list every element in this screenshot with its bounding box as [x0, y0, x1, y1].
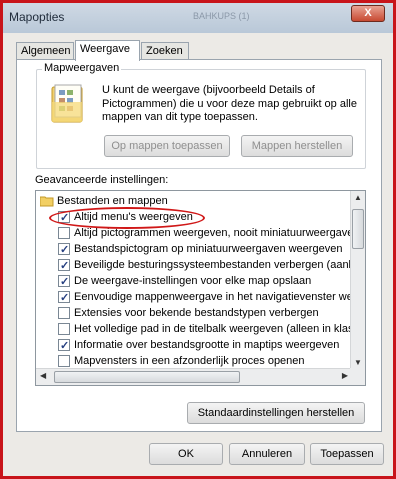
- list-item[interactable]: Altijd menu's weergeven: [58, 209, 193, 226]
- background-window-title: BAHKUPS (1): [193, 11, 250, 21]
- list-item[interactable]: Het volledige pad in de titelbalk weerge…: [58, 321, 365, 337]
- checkbox[interactable]: [58, 274, 70, 290]
- apply-to-folders-button[interactable]: Op mappen toepassen: [104, 135, 230, 157]
- list-item-label: Bestandspictogram op miniatuurweergaven …: [74, 243, 343, 255]
- checkbox[interactable]: [58, 290, 70, 306]
- folder-views-legend: Mapweergaven: [42, 62, 122, 74]
- scroll-left-icon[interactable]: ◀: [40, 371, 46, 380]
- list-item-label: Mapvensters in een afzonderlijk proces o…: [74, 355, 305, 367]
- checkbox[interactable]: [58, 355, 70, 368]
- folder-view-icon: [51, 84, 85, 124]
- apply-button[interactable]: Toepassen: [310, 443, 384, 465]
- folder-views-description: U kunt de weergave (bijvoorbeeld Details…: [102, 84, 357, 123]
- folder-views-group: Mapweergaven U kunt de weergave (bijvoor…: [36, 62, 366, 169]
- checkbox[interactable]: [58, 227, 70, 240]
- scroll-down-icon[interactable]: ▼: [353, 358, 363, 367]
- list-item[interactable]: Bestandspictogram op miniatuurweergaven …: [58, 241, 343, 258]
- list-item[interactable]: Informatie over bestandsgrootte in mapti…: [58, 337, 340, 354]
- window-title: Mapopties: [9, 10, 65, 24]
- scrollbar-corner: [350, 368, 365, 385]
- folder-icon: [39, 196, 54, 207]
- advanced-settings-label: Geavanceerde instellingen:: [35, 174, 169, 186]
- list-item-label: Altijd pictogrammen weergeven, nooit min…: [74, 227, 360, 239]
- reset-folders-button[interactable]: Mappen herstellen: [241, 135, 353, 157]
- tab-algemeen[interactable]: Algemeen: [16, 42, 74, 60]
- checkbox[interactable]: [58, 242, 70, 258]
- advanced-settings-list[interactable]: Bestanden en mappen Altijd menu's weerge…: [35, 190, 366, 386]
- close-icon: X: [364, 7, 372, 19]
- list-item[interactable]: Eenvoudige mappenweergave in het navigat…: [58, 289, 366, 306]
- list-item-label: Extensies voor bekende bestandstypen ver…: [74, 307, 319, 319]
- list-item[interactable]: Altijd pictogrammen weergeven, nooit min…: [58, 225, 360, 241]
- title-bar[interactable]: Mapopties BAHKUPS (1) X: [3, 3, 393, 33]
- list-item-label: De weergave-instellingen voor elke map o…: [74, 275, 312, 287]
- category-label: Bestanden en mappen: [57, 195, 168, 207]
- restore-defaults-button[interactable]: Standaardinstellingen herstellen: [187, 402, 365, 424]
- list-item-label: Beveiligde besturingssysteembestanden ve…: [74, 259, 366, 271]
- checkbox[interactable]: [58, 210, 70, 226]
- checkbox[interactable]: [58, 323, 70, 336]
- scroll-up-icon[interactable]: ▲: [353, 193, 363, 202]
- checkbox[interactable]: [58, 338, 70, 354]
- cancel-button[interactable]: Annuleren: [229, 443, 305, 465]
- list-item[interactable]: Beveiligde besturingssysteembestanden ve…: [58, 257, 366, 274]
- list-item[interactable]: De weergave-instellingen voor elke map o…: [58, 273, 312, 290]
- list-item[interactable]: Extensies voor bekende bestandstypen ver…: [58, 305, 319, 321]
- checkbox[interactable]: [58, 258, 70, 274]
- close-button[interactable]: X: [351, 5, 385, 22]
- list-item-label: Eenvoudige mappenweergave in het navigat…: [74, 291, 366, 303]
- horizontal-scrollbar[interactable]: ◀ ▶: [36, 368, 352, 385]
- vertical-scroll-thumb[interactable]: [352, 209, 364, 249]
- list-item-label: Informatie over bestandsgrootte in mapti…: [74, 339, 340, 351]
- list-item[interactable]: Mapvensters in een afzonderlijk proces o…: [58, 353, 305, 369]
- category-files-folders: Bestanden en mappen: [39, 193, 168, 209]
- checkbox[interactable]: [58, 307, 70, 320]
- vertical-scrollbar[interactable]: ▲ ▼: [350, 191, 365, 369]
- tab-panel-weergave: Mapweergaven U kunt de weergave (bijvoor…: [16, 59, 382, 432]
- list-item-label: Altijd menu's weergeven: [74, 211, 193, 223]
- folder-options-window: Mapopties BAHKUPS (1) X Algemeen Weergav…: [0, 0, 396, 479]
- ok-button[interactable]: OK: [149, 443, 223, 465]
- tab-zoeken[interactable]: Zoeken: [141, 42, 189, 60]
- horizontal-scroll-thumb[interactable]: [54, 371, 240, 383]
- list-item-label: Het volledige pad in de titelbalk weerge…: [74, 323, 365, 335]
- tab-weergave[interactable]: Weergave: [75, 40, 140, 61]
- scroll-right-icon[interactable]: ▶: [342, 371, 348, 380]
